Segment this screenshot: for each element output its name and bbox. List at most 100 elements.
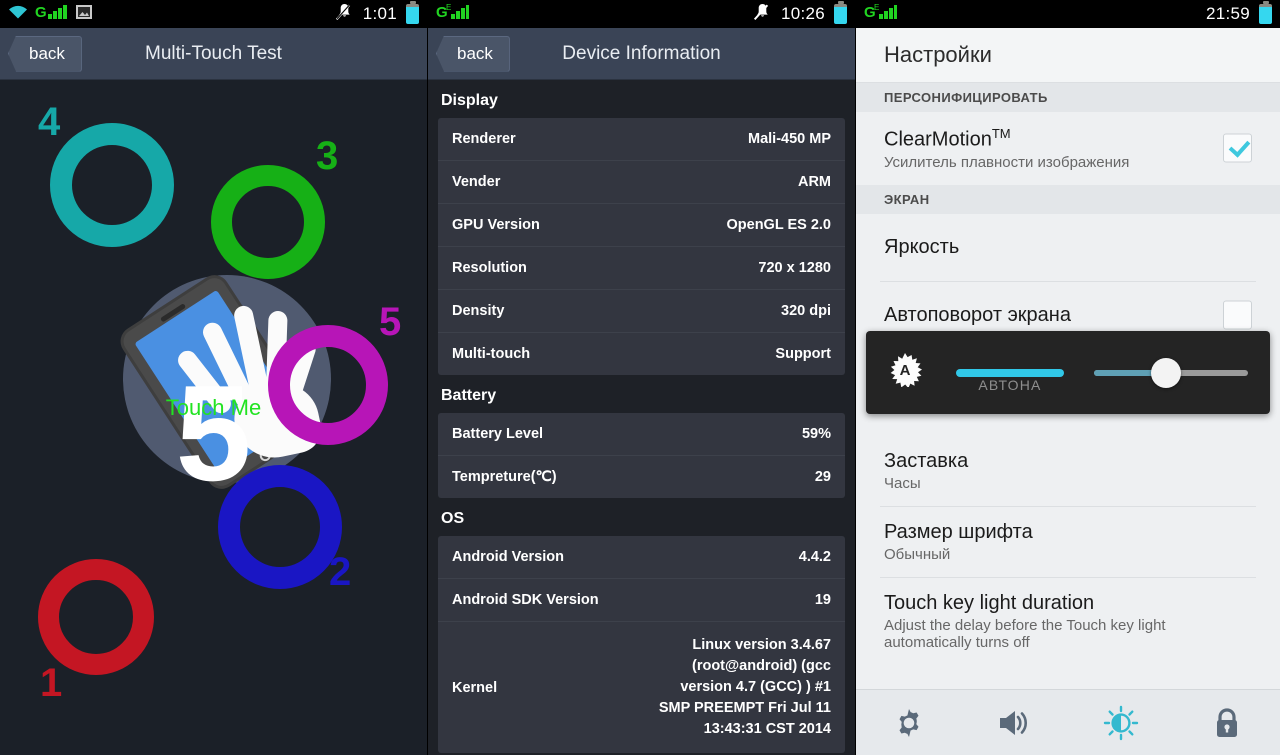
svg-text:A: A [900,362,911,379]
section-heading: OS [441,510,465,527]
row-key: Android SDK Version [452,592,599,608]
touch-ring-3 [211,165,325,279]
status-bar-right: G E 21:59 [856,0,1280,28]
table-row: Resolution 720 x 1280 [438,247,845,290]
touch-ring-4 [50,123,174,247]
settings-title: Настройки [856,28,1280,83]
table-row: GPU Version OpenGL ES 2.0 [438,204,845,247]
touch-ring-label-4: 4 [38,100,61,144]
screenshot-icon [76,4,92,24]
setting-item-clearmotion[interactable]: ClearMotionTM Усилитель плавности изобра… [856,112,1280,185]
battery-icon [406,1,419,24]
title-bar-deviceinfo: back Device Information [428,28,855,80]
touch-ring-label-2: 2 [329,550,352,594]
row-value: Linux version 3.4.67 (root@android) (gcc… [658,637,831,738]
auto-brightness-indicator[interactable]: АВТОНА [956,368,1064,393]
mute-icon [753,2,772,26]
auto-bar [956,368,1064,377]
gprs-signal-icon: G E [864,3,898,25]
table-row: Battery Level 59% [438,413,845,456]
info-card: Android Version 4.4.2 Android SDK Version 1… [438,536,845,754]
row-value: 720 x 1280 [758,260,831,276]
trademark-superscript: TM [991,126,1011,141]
table-row: Kernel Linux version 3.4.67 (root@android… [438,622,845,753]
slider-knob[interactable] [1151,357,1182,388]
row-key: Resolution [452,260,527,276]
row-key: Renderer [452,131,516,147]
setting-subtitle: Усилитель плавности изображения [884,153,1130,171]
touch-ring-label-3: 3 [316,134,339,178]
setting-item-daydream[interactable]: Заставка Часы [856,436,1280,506]
auto-brightness-icon: A [888,353,922,392]
svg-text:E: E [446,3,451,12]
mute-icon [335,2,354,26]
status-time: 10:26 [780,4,825,23]
table-row: Vender ARM [438,161,845,204]
svg-text:E: E [874,3,879,12]
status-time: 21:59 [1205,4,1250,23]
row-key: Battery Level [452,426,544,442]
setting-title: Touch key light duration [884,591,1095,614]
settings-panel: G E 21:59 Настройки ПЕРСОНИФИЦИРОВАТЬ Cl… [855,0,1280,755]
setting-title: ClearMotionTM [884,126,1011,151]
table-row: Tempreture(℃) 29 [438,456,845,498]
row-key: Multi-touch [452,346,531,362]
title-bar-multitouch: back Multi-Touch Test [0,28,427,80]
touch-ring-label-5: 5 [379,300,402,344]
setting-item-touchkeylight[interactable]: Touch key light duration Adjust the dela… [856,578,1280,665]
setting-item-fontsize[interactable]: Размер шрифта Обычный [856,507,1280,577]
volume-icon[interactable] [995,703,1035,743]
row-key: GPU Version [452,217,540,233]
group-header-screen: ЭКРАН [856,184,1280,214]
autorotate-checkbox[interactable] [1223,300,1252,330]
row-value: OpenGL ES 2.0 [726,217,832,233]
setting-subtitle: Adjust the delay before the Touch key li… [884,616,1166,651]
row-key: Kernel [452,679,498,696]
row-value: 19 [814,592,831,608]
battery-icon [1259,1,1272,24]
lock-icon[interactable] [1207,703,1247,743]
gprs-signal-icon: G E [436,3,470,25]
setting-title: Размер шрифта [884,520,1033,543]
row-value: 29 [814,469,831,485]
battery-icon [834,1,847,24]
svg-text:G: G [35,4,47,20]
brightness-slider[interactable] [1094,356,1248,390]
table-row: Density 320 dpi [438,290,845,333]
gprs-signal-icon: G [35,3,69,25]
info-card: Battery Level 59% Tempreture(℃) 29 [438,413,845,498]
setting-title: Автоповорот экрана [884,303,1071,326]
touch-ring-label-1: 1 [40,661,63,705]
row-value: 4.4.2 [798,549,831,565]
row-key: Android Version [452,549,564,565]
setting-subtitle: Часы [884,474,921,492]
multi-touch-test-panel: G 1:01 back Multi-Touch Test 1 2 3 4 5 5… [0,0,427,755]
table-row: Android SDK Version 19 [438,579,845,622]
touch-me-label: Touch Me [165,395,262,420]
table-row: Android Version 4.4.2 [438,536,845,579]
row-value: ARM [797,174,831,190]
device-info-list: Display Renderer Mali-450 MP Vender ARM GPU V… [428,80,855,755]
table-row: Renderer Mali-450 MP [438,118,845,161]
row-key: Density [452,303,505,319]
row-value: 59% [801,426,831,442]
settings-list[interactable]: ПЕРСОНИФИЦИРОВАТЬ ClearMotionTM Усилител… [856,83,1280,689]
info-card: Renderer Mali-450 MP Vender ARM GPU Version O… [438,118,845,375]
section-heading: Battery [441,387,497,404]
back-button[interactable]: back [8,35,82,72]
touch-canvas[interactable]: 1 2 3 4 5 5 Touch Me [0,80,427,755]
gear-icon[interactable] [889,703,929,743]
row-value: Mali-450 MP [748,131,831,147]
brightness-overlay[interactable]: A АВТОНА [866,331,1270,414]
back-button[interactable]: back [436,35,510,72]
brightness-icon[interactable] [1101,703,1141,743]
settings-bottom-toolbar[interactable] [856,689,1280,755]
setting-subtitle: Обычный [884,545,951,563]
three-panel-screenshot: G 1:01 back Multi-Touch Test 1 2 3 4 5 5… [0,0,1280,755]
clearmotion-checkbox[interactable] [1223,133,1252,163]
group-header-personalize: ПЕРСОНИФИЦИРОВАТЬ [856,83,1280,112]
status-time: 1:01 [362,4,397,23]
row-key: Tempreture(℃) [452,469,557,485]
setting-item-brightness[interactable]: Яркость [856,214,1280,281]
touch-ring-1 [38,559,154,675]
